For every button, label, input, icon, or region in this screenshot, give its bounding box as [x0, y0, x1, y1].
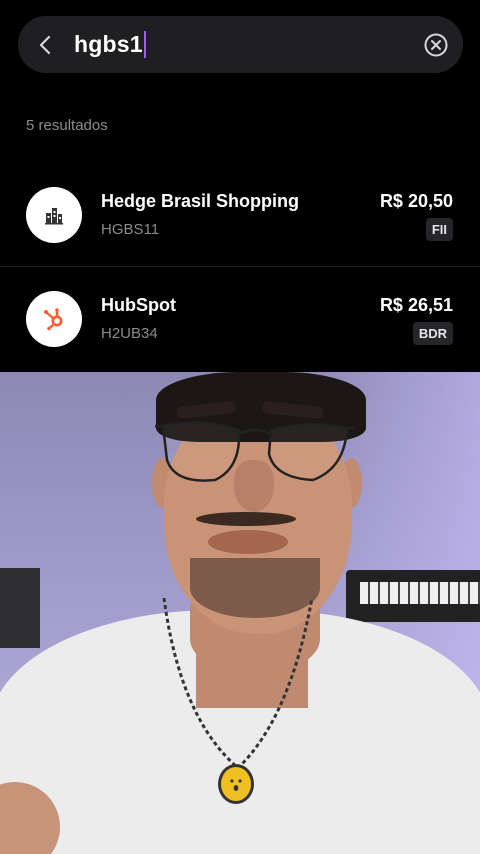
clear-search-button[interactable]: [409, 16, 463, 73]
search-bar: hgbs1: [18, 16, 463, 73]
asset-type-badge: BDR: [412, 322, 453, 345]
asset-price: R$ 20,50: [379, 191, 453, 211]
result-item-hgbs11[interactable]: Hedge Brasil Shopping HGBS11 R$ 20,50 FI…: [0, 163, 480, 267]
asset-price: R$ 26,51: [379, 295, 453, 315]
emoji-pendant-icon: [218, 764, 254, 804]
asset-type-badge: FII: [425, 218, 453, 241]
asset-ticker: HGBS11: [101, 221, 160, 238]
chevron-left-icon: [39, 35, 51, 54]
search-screen: hgbs1 5 resultados Hedge Brasil Shopping: [0, 0, 480, 372]
hubspot-logo-icon: [44, 308, 63, 331]
results-count: 5 resultados: [26, 117, 108, 134]
asset-ticker: H2UB34: [101, 325, 158, 342]
asset-logo: [26, 291, 82, 347]
camera-video-overlay: [0, 372, 480, 854]
background-shelf: [0, 568, 40, 648]
text-caret: [143, 31, 146, 58]
search-query-text: hgbs1: [74, 31, 143, 57]
building-icon: [45, 208, 63, 225]
necklace: [162, 598, 314, 771]
asset-name: Hedge Brasil Shopping: [101, 191, 300, 211]
clear-circle-icon: [424, 33, 448, 56]
asset-name: HubSpot: [101, 295, 176, 315]
asset-logo: [26, 187, 82, 243]
back-button[interactable]: [18, 16, 74, 73]
result-item-h2ub34[interactable]: HubSpot H2UB34 R$ 26,51 BDR: [0, 267, 480, 371]
search-input[interactable]: hgbs1: [74, 16, 409, 73]
